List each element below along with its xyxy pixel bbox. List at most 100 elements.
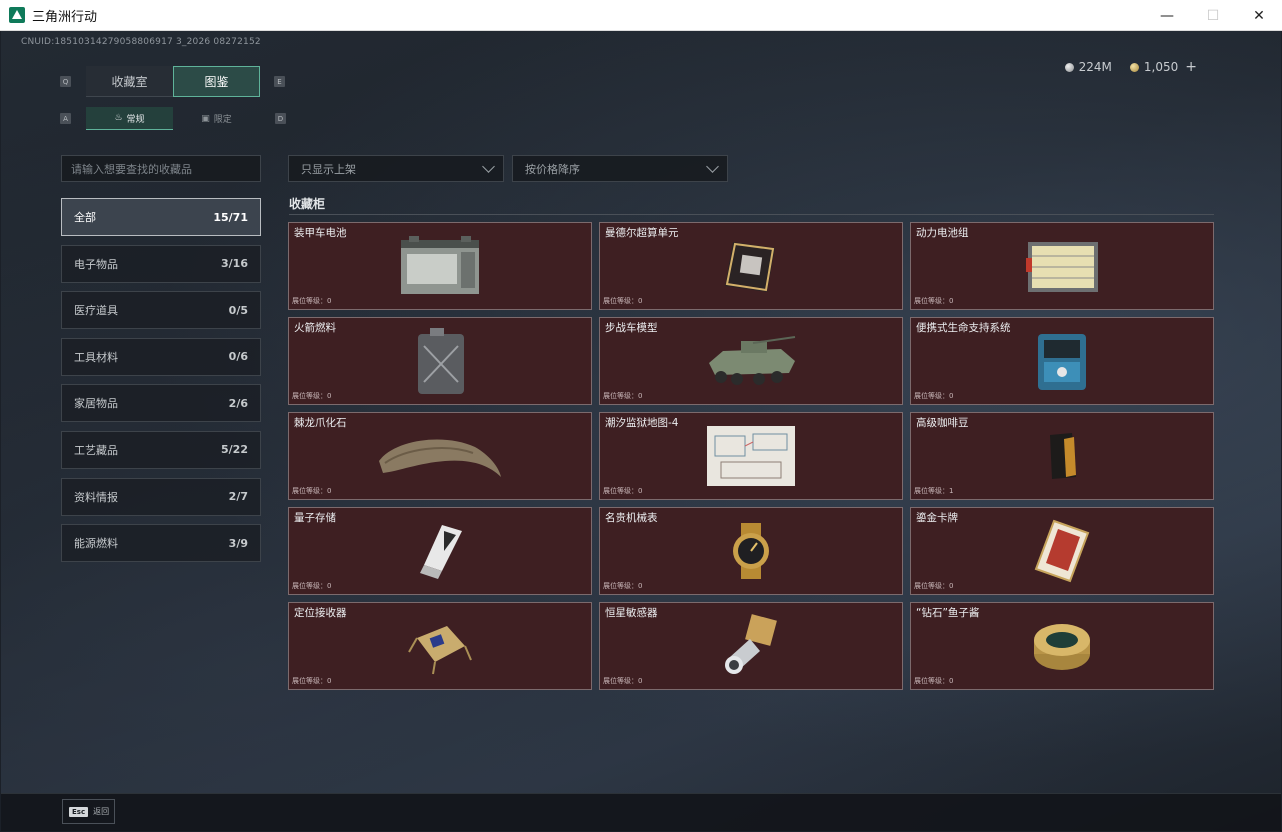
item-card[interactable]: 装甲车电池 展位等级：0	[288, 222, 592, 310]
coffee-bag-icon	[1050, 433, 1076, 479]
item-name: 动力电池组	[916, 227, 969, 239]
category-label: 电子物品	[74, 257, 118, 271]
item-card[interactable]: 鎏金卡牌 展位等级：0	[910, 507, 1214, 595]
item-name: 高级咖啡豆	[916, 417, 969, 429]
item-card[interactable]: 名贵机械表 展位等级：0	[599, 507, 903, 595]
category-crafts[interactable]: 工艺藏品 5/22	[61, 430, 261, 469]
item-name: 鎏金卡牌	[916, 512, 958, 524]
item-level: 展位等级：0	[603, 297, 643, 305]
back-label: 返回	[93, 807, 110, 816]
subtab-regular-label: 常规	[126, 114, 145, 125]
close-button[interactable]: ✕	[1236, 0, 1282, 31]
flame-icon: ♨	[114, 113, 123, 123]
gold-coin-icon	[1129, 62, 1139, 72]
item-name: 恒星敏感器	[605, 607, 658, 619]
item-card[interactable]: 便携式生命支持系统 展位等级：0	[910, 317, 1214, 405]
category-count: 15/71	[213, 210, 248, 224]
gilded-card-icon	[1034, 519, 1090, 583]
window-title: 三角洲行动	[32, 9, 98, 25]
item-level: 展位等级：0	[292, 297, 332, 305]
item-name: 便携式生命支持系统	[916, 322, 1011, 334]
silver-coin-icon	[1064, 62, 1074, 72]
search-input[interactable]: 请输入想要查找的收藏品	[61, 155, 261, 182]
item-card[interactable]: 步战车模型 展位等级：0	[599, 317, 903, 405]
game-screen: CNUID:18510314279058806917 3_2026 082721…	[1, 31, 1281, 831]
vehicle-model-icon	[709, 336, 796, 385]
item-level: 展位等级：0	[603, 487, 643, 495]
life-support-icon	[1038, 334, 1086, 390]
subtab-limited[interactable]: ▣ 限定	[173, 107, 260, 130]
fossil-claw-icon	[379, 439, 501, 477]
category-list: 全部 15/71 电子物品 3/16 医疗道具 0/5 工具材料 0/6 家居物…	[61, 198, 261, 571]
item-level: 展位等级：0	[603, 582, 643, 590]
item-card[interactable]: 恒星敏感器 展位等级：0	[599, 602, 903, 690]
collection-grid: 装甲车电池 展位等级：0 曼德尔超算单元 展位等级：0 动力电池组 展位等级：0…	[288, 222, 1214, 690]
power-pack-icon	[1026, 242, 1098, 292]
category-all[interactable]: 全部 15/71	[61, 198, 261, 236]
item-level: 展位等级：0	[914, 297, 954, 305]
minimize-button[interactable]: —	[1144, 0, 1190, 31]
key-hint-a: A	[60, 113, 71, 124]
item-level: 展位等级：0	[914, 677, 954, 685]
window-titlebar: 三角洲行动 — ☐ ✕	[0, 0, 1282, 31]
category-label: 家居物品	[74, 397, 118, 411]
item-level: 展位等级：0	[603, 677, 643, 685]
tab-codex[interactable]: 图鉴	[173, 66, 260, 97]
item-card[interactable]: 火箭燃料 展位等级：0	[288, 317, 592, 405]
back-button[interactable]: Esc 返回	[62, 799, 115, 824]
item-card[interactable]: 高级咖啡豆 展位等级：1	[910, 412, 1214, 500]
bottom-bar: Esc 返回	[1, 793, 1281, 831]
shelf-filter-value: 只显示上架	[301, 162, 356, 176]
item-card[interactable]: 动力电池组 展位等级：0	[910, 222, 1214, 310]
item-name: 步战车模型	[605, 322, 658, 334]
chevron-down-icon	[482, 159, 495, 173]
category-medical[interactable]: 医疗道具 0/5	[61, 291, 261, 330]
subtab-limited-label: 限定	[213, 115, 232, 125]
sub-tabs: ♨ 常规 ▣ 限定	[86, 107, 260, 130]
caviar-tin-icon	[1034, 624, 1090, 670]
category-label: 工艺藏品	[74, 443, 118, 457]
shelf-filter-dropdown[interactable]: 只显示上架	[288, 155, 504, 182]
tab-collection-room[interactable]: 收藏室	[86, 66, 173, 97]
category-count: 3/9	[228, 536, 248, 550]
item-card[interactable]: 潮汐监狱地图-4 展位等级：0	[599, 412, 903, 500]
category-count: 0/5	[228, 303, 248, 317]
category-energy[interactable]: 能源燃料 3/9	[61, 524, 261, 563]
item-name: 曼德尔超算单元	[605, 227, 679, 239]
user-id: CNUID:18510314279058806917 3_2026 082721…	[21, 37, 261, 47]
category-label: 工具材料	[74, 350, 118, 364]
item-name: 名贵机械表	[605, 512, 658, 524]
item-name: “钻石”鱼子酱	[916, 607, 980, 619]
silver-amount: 224M	[1078, 60, 1112, 74]
category-label: 能源燃料	[74, 537, 118, 551]
item-card[interactable]: 棘龙爪化石 展位等级：0	[288, 412, 592, 500]
item-level: 展位等级：0	[914, 582, 954, 590]
item-card[interactable]: 定位接收器 展位等级：0	[288, 602, 592, 690]
category-label: 全部	[74, 211, 96, 224]
sort-dropdown[interactable]: 按价格降序	[512, 155, 728, 182]
maximize-button[interactable]: ☐	[1190, 0, 1236, 31]
main-tabs: 收藏室 图鉴	[86, 66, 260, 97]
item-level: 展位等级：0	[292, 392, 332, 400]
item-card[interactable]: 量子存储 展位等级：0	[288, 507, 592, 595]
watch-icon	[733, 523, 769, 579]
subtab-regular[interactable]: ♨ 常规	[86, 107, 173, 130]
item-name: 定位接收器	[294, 607, 347, 619]
category-count: 5/22	[221, 443, 248, 457]
item-level: 展位等级：0	[603, 392, 643, 400]
category-intel[interactable]: 资料情报 2/7	[61, 477, 261, 516]
section-divider	[289, 214, 1214, 215]
item-name: 量子存储	[294, 512, 336, 524]
category-tools[interactable]: 工具材料 0/6	[61, 337, 261, 376]
item-card[interactable]: “钻石”鱼子酱 展位等级：0	[910, 602, 1214, 690]
category-household[interactable]: 家居物品 2/6	[61, 384, 261, 423]
item-name: 潮汐监狱地图-4	[605, 417, 679, 429]
add-currency-button[interactable]: +	[1185, 59, 1197, 75]
chip-icon	[725, 242, 775, 292]
category-electronics[interactable]: 电子物品 3/16	[61, 244, 261, 283]
key-hint-e: E	[274, 76, 285, 87]
item-card[interactable]: 曼德尔超算单元 展位等级：0	[599, 222, 903, 310]
item-name: 装甲车电池	[294, 227, 347, 239]
item-name: 棘龙爪化石	[294, 417, 347, 429]
category-label: 资料情报	[74, 490, 118, 504]
